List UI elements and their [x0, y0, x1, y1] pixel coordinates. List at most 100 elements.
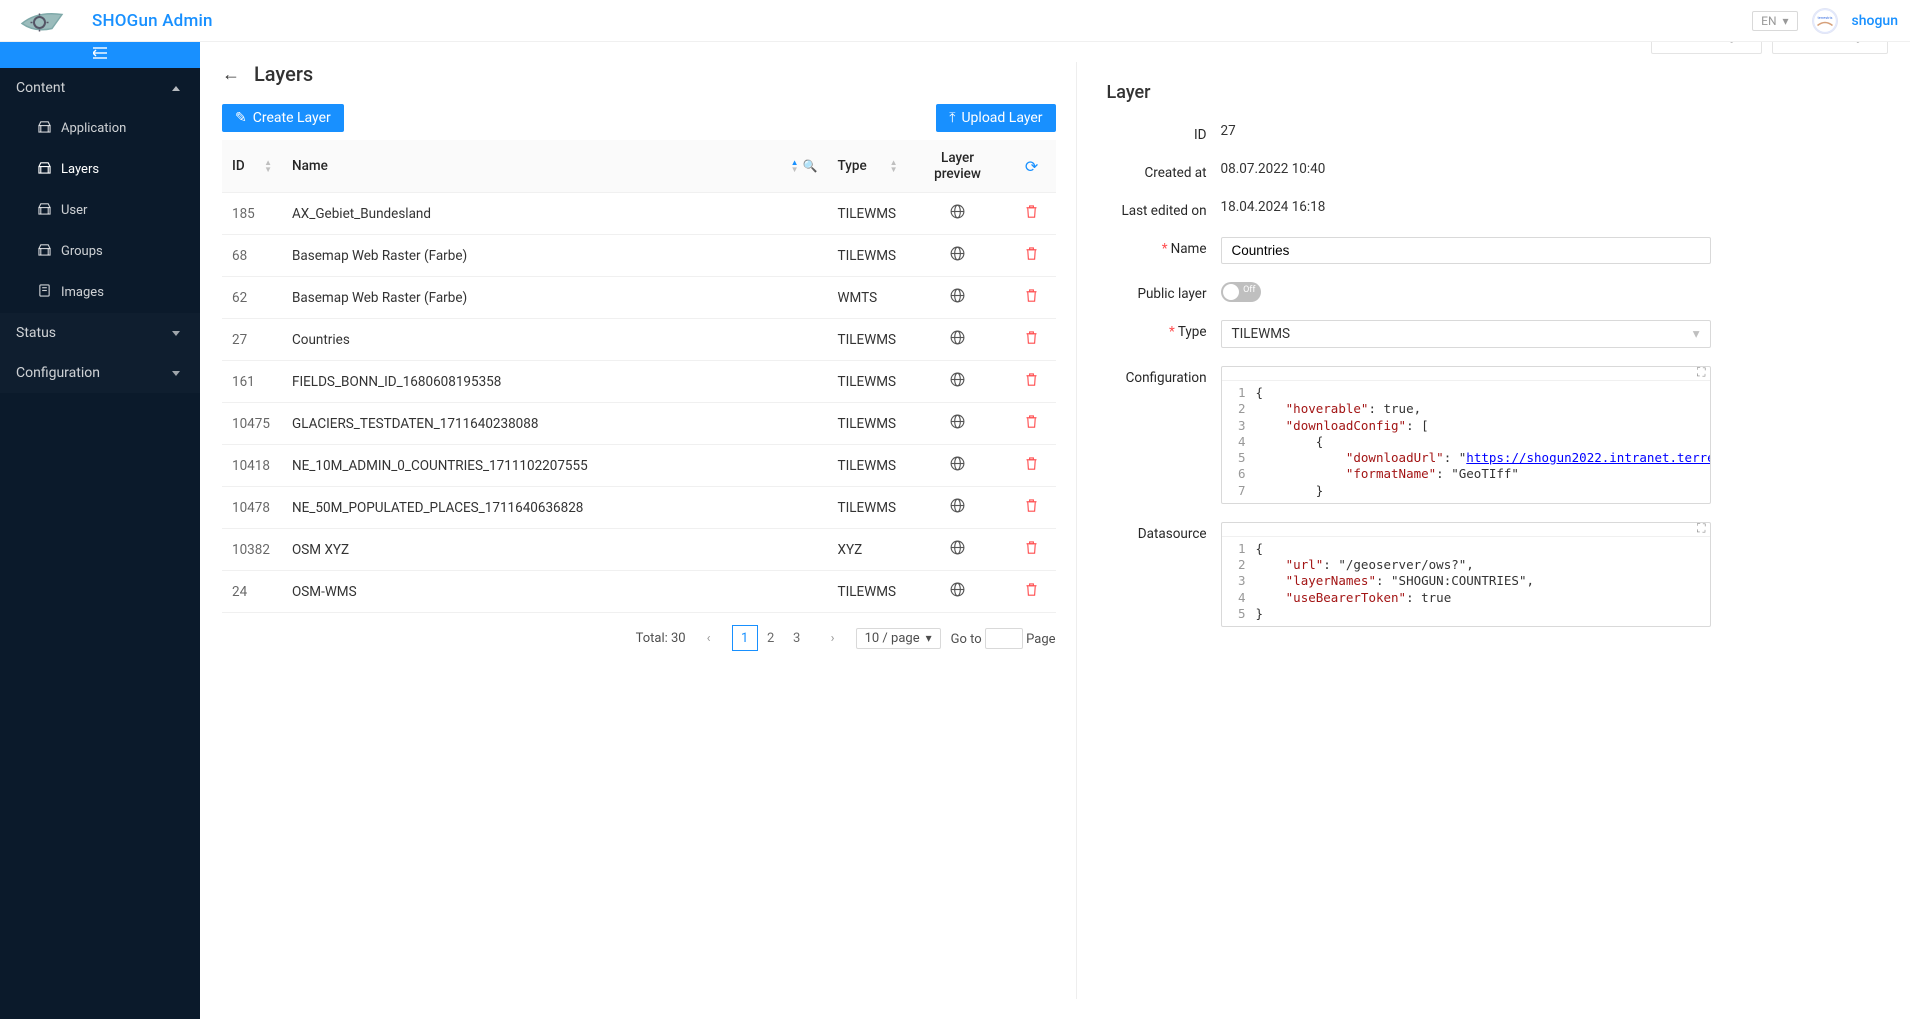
name-input[interactable]	[1221, 237, 1711, 264]
user-name[interactable]: shogun	[1852, 13, 1898, 29]
edit-icon: ✎	[235, 110, 247, 126]
page-3-button[interactable]: 3	[784, 625, 810, 651]
menu-item-groups[interactable]: Groups	[0, 231, 200, 272]
sort-icon[interactable]: ▲▼	[890, 159, 898, 173]
avatar[interactable]: terrestris	[1812, 8, 1838, 34]
chevron-down-icon: ▾	[1693, 326, 1700, 342]
cell-preview[interactable]	[908, 277, 1008, 319]
col-id[interactable]: ID ▲▼	[222, 140, 282, 193]
sidebar-collapse-button[interactable]	[0, 42, 200, 68]
delete-button[interactable]	[1008, 193, 1056, 235]
trash-icon	[1024, 207, 1039, 223]
page-2-button[interactable]: 2	[758, 625, 784, 651]
menu-group-label: Content	[16, 80, 65, 96]
delete-button[interactable]	[1008, 487, 1056, 529]
code-line: 1{	[1222, 385, 1710, 401]
cell-name: Basemap Web Raster (Farbe)	[282, 277, 828, 319]
col-name[interactable]: Name ▲▼ 🔍	[282, 140, 828, 193]
table-row[interactable]: 68Basemap Web Raster (Farbe)TILEWMS	[222, 235, 1056, 277]
delete-button[interactable]	[1008, 445, 1056, 487]
code-line: 2 "hoverable": true,	[1222, 401, 1710, 417]
create-layer-button[interactable]: ✎ Create Layer	[222, 104, 344, 132]
cell-preview[interactable]	[908, 487, 1008, 529]
next-page-button[interactable]: ›	[820, 625, 846, 651]
datasource-editor[interactable]: ⛶ 1{2 "url": "/geoserver/ows?",3 "layerN…	[1221, 522, 1711, 627]
upload-label: Upload Layer	[961, 110, 1042, 126]
menu-item-icon	[38, 120, 51, 137]
save-layer-button[interactable]: 🖫 Save Layer	[1651, 42, 1762, 54]
table-row[interactable]: 185AX_Gebiet_BundeslandTILEWMS	[222, 193, 1056, 235]
table-row[interactable]: 10382OSM XYZXYZ	[222, 529, 1056, 571]
prev-page-button[interactable]: ‹	[696, 625, 722, 651]
refresh-icon[interactable]: ⟳	[1025, 157, 1038, 176]
upload-layer-button[interactable]: ⤒ Upload Layer	[936, 104, 1055, 132]
menu-group-content[interactable]: Content	[0, 68, 200, 108]
code-line: 7 }	[1222, 483, 1710, 499]
language-value: EN	[1761, 14, 1776, 28]
delete-button[interactable]	[1008, 361, 1056, 403]
cell-preview[interactable]	[908, 529, 1008, 571]
sort-icon[interactable]: ▲▼	[264, 159, 272, 173]
cell-type: XYZ	[828, 529, 908, 571]
config-editor[interactable]: ⛶ 1{2 "hoverable": true,3 "downloadConfi…	[1221, 366, 1711, 504]
menu-item-layers[interactable]: Layers	[0, 149, 200, 190]
app-header: SHOGun Admin EN ▾ terrestris shogun	[0, 0, 1910, 42]
trash-icon	[1024, 375, 1039, 391]
code-line: 4 "useBearerToken": true	[1222, 590, 1710, 606]
public-toggle[interactable]: Off	[1221, 282, 1261, 302]
delete-button[interactable]	[1008, 319, 1056, 361]
language-select[interactable]: EN ▾	[1752, 11, 1797, 31]
goto-input[interactable]	[985, 628, 1023, 649]
table-row[interactable]: 161FIELDS_BONN_ID_1680608195358TILEWMS	[222, 361, 1056, 403]
reset-layer-button[interactable]: ↺ Reset Layer	[1772, 42, 1888, 54]
delete-button[interactable]	[1008, 235, 1056, 277]
table-row[interactable]: 27CountriesTILEWMS	[222, 319, 1056, 361]
search-icon[interactable]: 🔍	[803, 159, 818, 173]
table-row[interactable]: 24OSM-WMSTILEWMS	[222, 571, 1056, 613]
cell-preview[interactable]	[908, 445, 1008, 487]
sort-icon[interactable]: ▲▼	[791, 159, 799, 173]
table-row[interactable]: 10478NE_50M_POPULATED_PLACES_17116406368…	[222, 487, 1056, 529]
page-1-button[interactable]: 1	[732, 625, 758, 651]
cell-preview[interactable]	[908, 361, 1008, 403]
cell-name: Basemap Web Raster (Farbe)	[282, 235, 828, 277]
fullscreen-icon[interactable]: ⛶	[1697, 521, 1705, 536]
trash-icon	[1024, 585, 1039, 601]
col-type[interactable]: Type ▲▼	[828, 140, 908, 193]
table-row[interactable]: 10475GLACIERS_TESTDATEN_1711640238088TIL…	[222, 403, 1056, 445]
delete-button[interactable]	[1008, 403, 1056, 445]
menu-group-label: Status	[16, 325, 56, 341]
menu-group-configuration[interactable]: Configuration	[0, 353, 200, 393]
delete-button[interactable]	[1008, 571, 1056, 613]
fullscreen-icon[interactable]: ⛶	[1697, 365, 1705, 380]
cell-preview[interactable]	[908, 571, 1008, 613]
menu-item-icon	[38, 284, 51, 301]
menu-item-application[interactable]: Application	[0, 108, 200, 149]
delete-button[interactable]	[1008, 529, 1056, 571]
delete-button[interactable]	[1008, 277, 1056, 319]
table-row[interactable]: 10418NE_10M_ADMIN_0_COUNTRIES_1711102207…	[222, 445, 1056, 487]
cell-type: TILEWMS	[828, 235, 908, 277]
cell-preview[interactable]	[908, 193, 1008, 235]
goto-label: Go to	[951, 632, 982, 647]
back-arrow-icon[interactable]: ←	[222, 64, 240, 85]
trash-icon	[1024, 543, 1039, 559]
code-line: 1{	[1222, 541, 1710, 557]
goto-control: Go to Page	[951, 628, 1056, 649]
save-icon: 🖫	[1664, 42, 1676, 48]
table-row[interactable]: 62Basemap Web Raster (Farbe)WMTS	[222, 277, 1056, 319]
cell-preview[interactable]	[908, 403, 1008, 445]
page-size-select[interactable]: 10 / page ▾	[856, 628, 941, 649]
menu-item-images[interactable]: Images	[0, 272, 200, 313]
code-line: 3 "layerNames": "SHOGUN:COUNTRIES",	[1222, 573, 1710, 589]
cell-preview[interactable]	[908, 319, 1008, 361]
menu-item-user[interactable]: User	[0, 190, 200, 231]
type-select[interactable]: TILEWMS ▾	[1221, 320, 1711, 348]
menu-group-label: Configuration	[16, 365, 100, 381]
cell-type: TILEWMS	[828, 361, 908, 403]
menu-group-status[interactable]: Status	[0, 313, 200, 353]
menu-item-icon	[38, 243, 51, 260]
trash-icon	[1024, 333, 1039, 349]
col-type-label: Type	[838, 158, 867, 174]
cell-preview[interactable]	[908, 235, 1008, 277]
